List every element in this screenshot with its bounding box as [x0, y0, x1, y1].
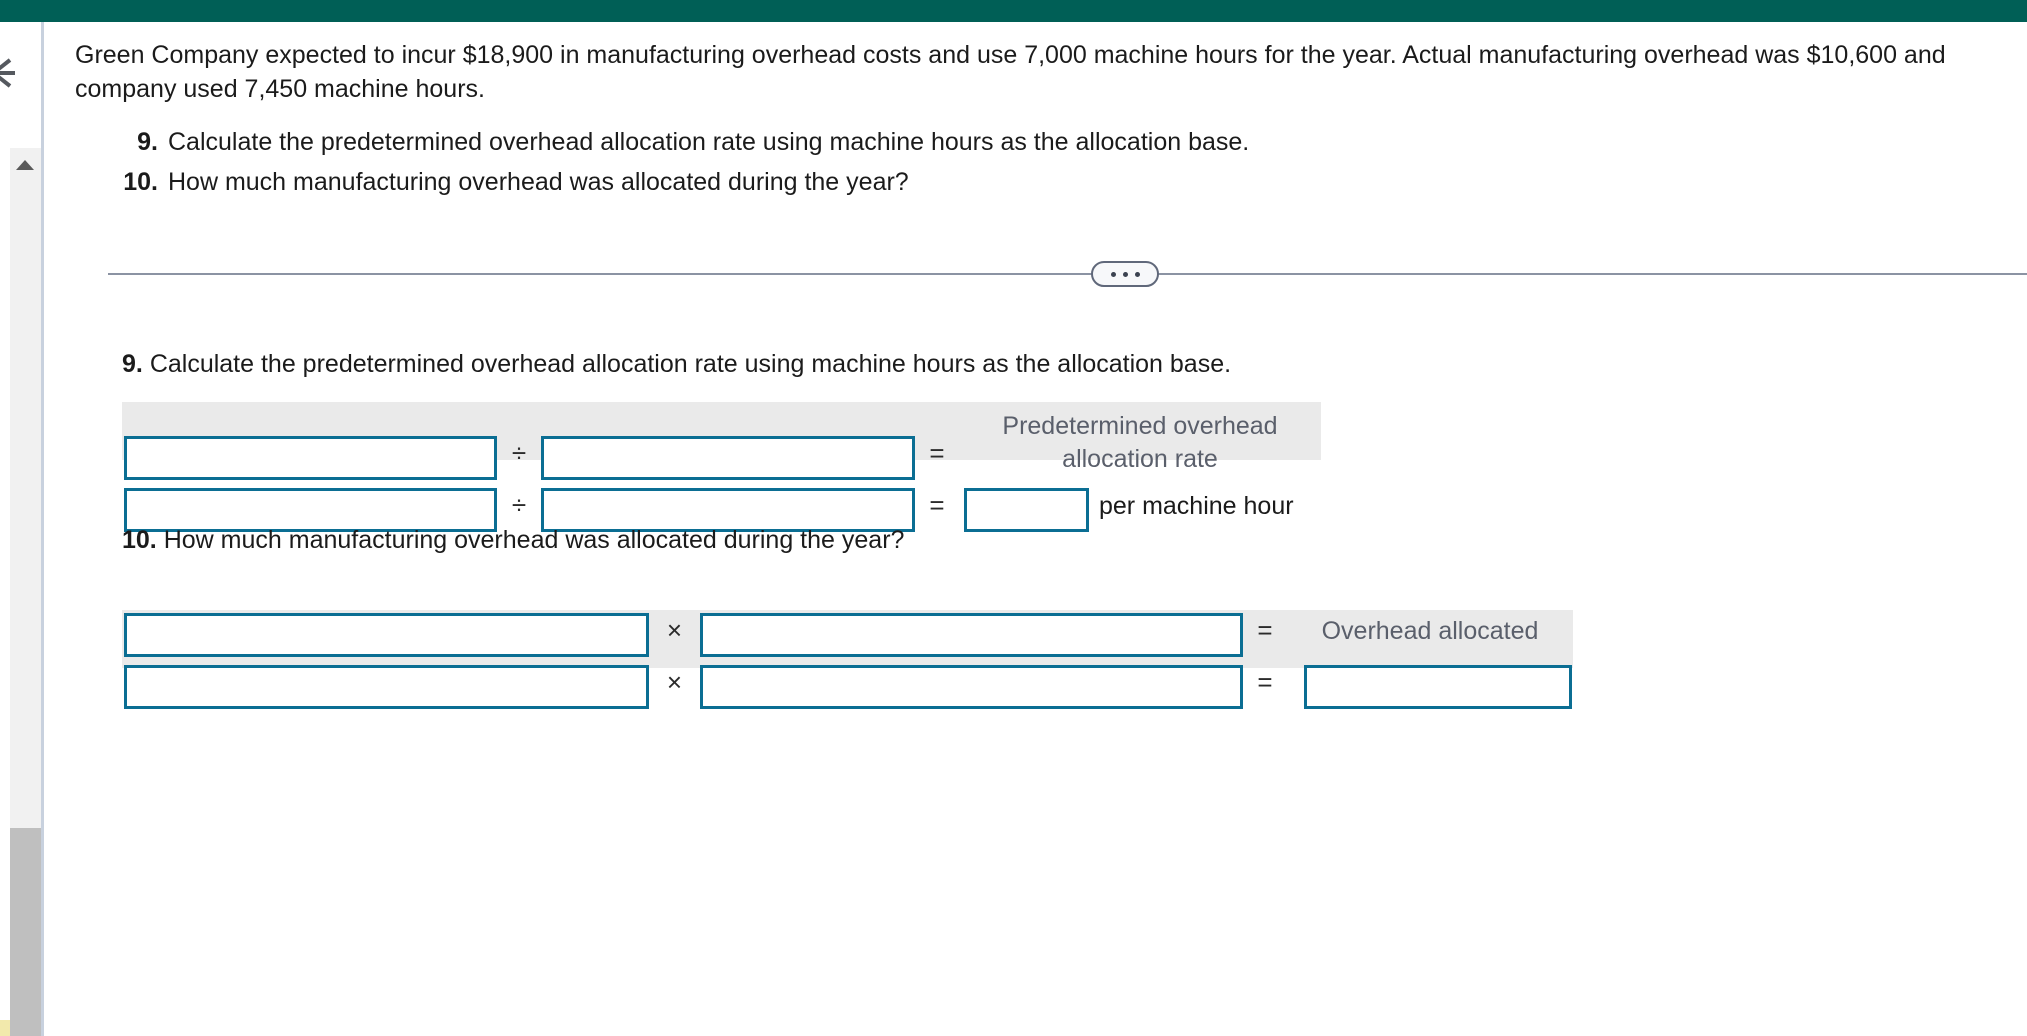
q10-row1-equals-operator: = [1257, 615, 1273, 645]
worksheet-q10-number: 10. [122, 526, 157, 554]
q10-row1-factor1-input[interactable] [124, 613, 649, 657]
q10-row2-multiply-operator: × [666, 667, 683, 697]
q10-result-label: Overhead allocated [1321, 617, 1539, 645]
question-list: 9. Calculate the predetermined overhead … [106, 122, 1606, 202]
worksheet-q9-number: 9. [122, 350, 143, 378]
problem-statement: Green Company expected to incur $18,900 … [75, 41, 1946, 103]
question-number-9: 9. [137, 128, 158, 156]
corner-swatch [0, 1020, 10, 1036]
question-list-item-10: 10. How much manufacturing overhead was … [106, 162, 1606, 202]
ellipsis-dot-3 [1134, 271, 1140, 277]
q9-result-label: Predetermined overhead allocation rate [1002, 412, 1278, 473]
q9-row2-result-input[interactable] [964, 488, 1089, 532]
ellipsis-dot-1 [1110, 271, 1116, 277]
q10-row2-factor2-input[interactable] [700, 665, 1243, 709]
q10-row2-result-input[interactable] [1304, 665, 1572, 709]
q9-row1-denominator-input[interactable] [541, 436, 915, 480]
q10-row1-multiply-operator: × [666, 615, 683, 645]
worksheet-question-10: 10. How much manufacturing overhead was … [122, 526, 904, 555]
q9-row2-divide-operator: ÷ [511, 490, 527, 520]
divider-line [108, 273, 2027, 275]
section-divider [68, 258, 2027, 290]
q9-row2-equals-operator: = [929, 490, 945, 520]
scroll-up-arrow-icon[interactable] [16, 160, 34, 170]
question-text-9: Calculate the predetermined overhead all… [168, 128, 1250, 156]
q9-row1-equals-operator: = [929, 438, 945, 468]
q9-row1-numerator-input[interactable] [124, 436, 497, 480]
ellipsis-icon[interactable] [1091, 261, 1159, 287]
question-text-10: How much manufacturing overhead was allo… [168, 168, 909, 196]
collapse-chevron-icon[interactable] [0, 52, 20, 94]
q10-row1-factor2-input[interactable] [700, 613, 1243, 657]
q9-row1-divide-operator: ÷ [511, 438, 527, 468]
q9-unit-label: per machine hour [1099, 492, 1294, 520]
question-list-item-9: 9. Calculate the predetermined overhead … [106, 122, 1606, 162]
q10-row2-equals-operator: = [1257, 667, 1273, 697]
top-header-bar [0, 0, 2027, 22]
worksheet-question-9: 9. Calculate the predetermined overhead … [122, 350, 1231, 379]
content-area: Green Company expected to incur $18,900 … [44, 22, 2027, 1036]
q10-row2-factor1-input[interactable] [124, 665, 649, 709]
question-number-10: 10. [123, 168, 158, 196]
ellipsis-dot-2 [1122, 271, 1128, 277]
worksheet-q9-text: Calculate the predetermined overhead all… [149, 350, 1232, 378]
worksheet-q10-text: How much manufacturing overhead was allo… [163, 526, 905, 554]
vertical-scrollbar-thumb[interactable] [10, 828, 41, 1036]
